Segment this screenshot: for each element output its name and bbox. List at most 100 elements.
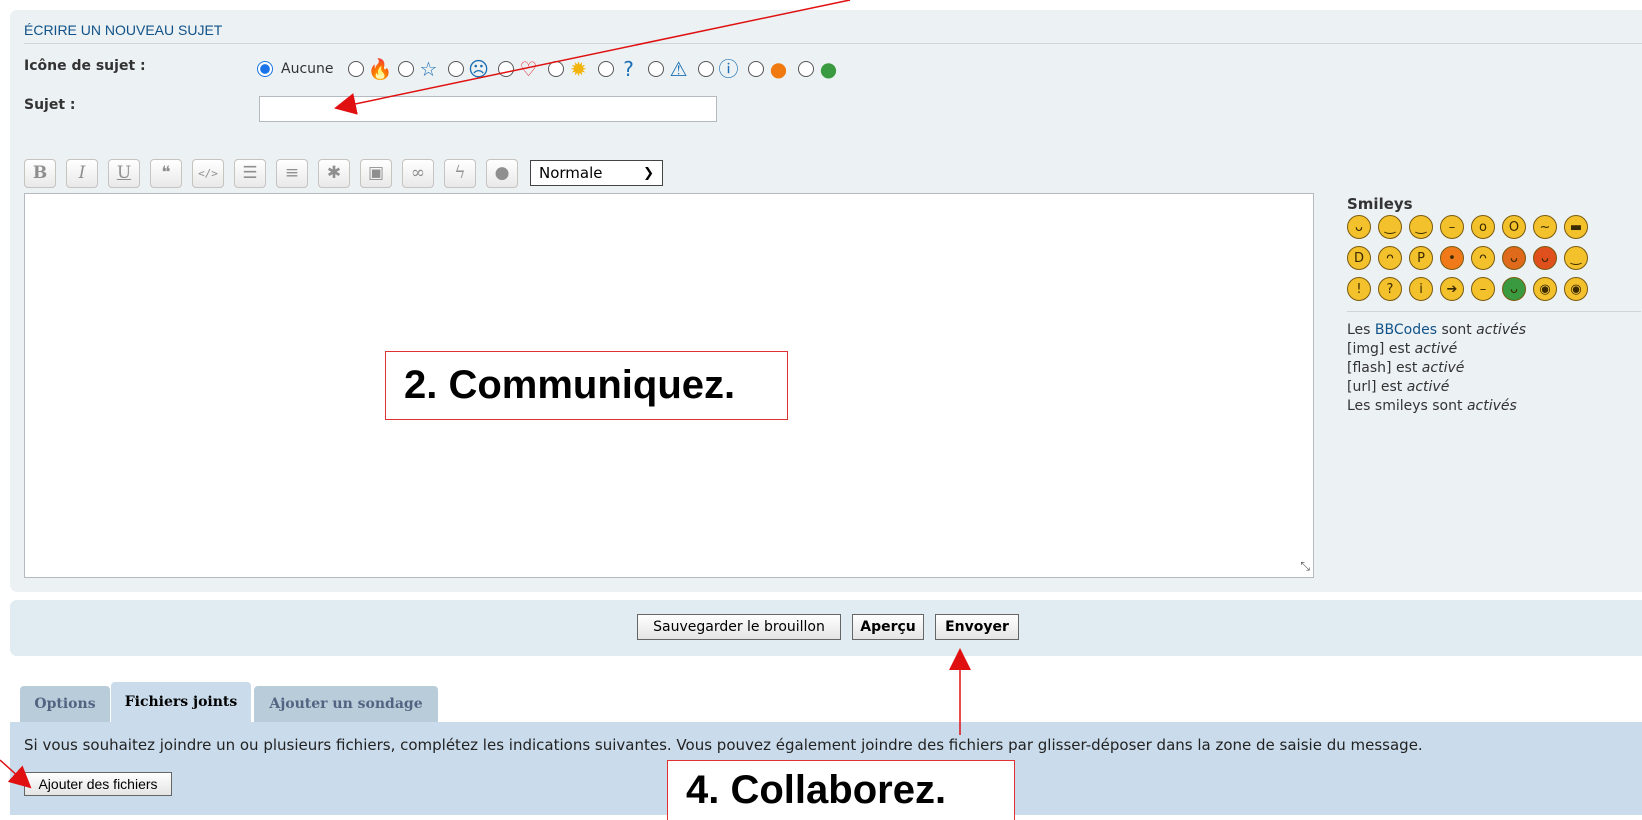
smiley-exclaim-icon[interactable]: ! [1347, 277, 1371, 301]
smiley-neutral-icon[interactable]: – [1440, 215, 1464, 239]
smiley-question-icon[interactable]: ? [1378, 277, 1402, 301]
topic-icon-selector: Aucune 🔥 ☆ ☹ ♡ ✹? ⚠ ⓘ ● ● [257, 57, 848, 81]
smiley-twisted-icon[interactable]: ᴗ [1533, 246, 1557, 270]
smiley-wink-icon[interactable]: ‿ [1409, 215, 1433, 239]
status-text: [url] est [1347, 379, 1407, 395]
topic-icon-radio[interactable] [647, 61, 664, 77]
subject-label: Sujet : [24, 97, 76, 113]
smiley-geek-icon[interactable]: ◉ [1533, 277, 1557, 301]
tab-attachments[interactable]: Fichiers joints [111, 682, 251, 722]
topic-icon-radio[interactable] [547, 61, 564, 77]
resize-handle-icon[interactable]: ⤡ [1300, 559, 1310, 574]
smiley-grid: ᴗ ‿ ‿ – o O ~ ▬ Dᴖ P • ᴖ ᴗ ᴗ ‿!? i ➔ – ᴗ ◉ ◉ [1347, 215, 1641, 301]
smiley-lol-icon[interactable]: D [1347, 246, 1371, 270]
quote-button[interactable]: ❝ [150, 158, 182, 188]
star-icon: ☆ [419, 57, 438, 81]
color-button[interactable]: ● [486, 158, 518, 188]
list-item-button[interactable]: ✱ [318, 158, 350, 188]
save-draft-button[interactable]: Sauvegarder le brouillon [637, 614, 841, 640]
status-text: Les smileys sont [1347, 398, 1467, 414]
status-text: sont [1437, 322, 1477, 338]
topic-icon-radio[interactable] [397, 61, 414, 77]
topic-icon-option[interactable]: ● [747, 57, 790, 81]
topic-icon-radio[interactable] [447, 61, 464, 77]
smiley-eek-icon[interactable]: O [1502, 215, 1526, 239]
status-text: [img] est [1347, 341, 1415, 357]
font-size-select[interactable]: Normale ❯ [530, 160, 663, 186]
callout-collaborate: 4. Collaborez. [667, 760, 1015, 820]
smiley-sidebar: Smileys ᴗ ‿ ‿ – o O ~ ▬ Dᴖ P • ᴖ ᴗ ᴗ ‿!? i ➔ – ᴗ ◉ ◉ Les BBC… [1347, 195, 1641, 416]
bbcode-status: Les BBCodes sont activés [img] est activ… [1347, 321, 1641, 416]
smiley-evil-icon[interactable]: ᴗ [1502, 246, 1526, 270]
topic-icon-radio[interactable] [347, 61, 364, 77]
smileys-title: Smileys [1347, 195, 1413, 213]
divider [24, 43, 1642, 44]
callout-communicate: 2. Communiquez. [385, 351, 788, 420]
green-face-icon: ● [819, 57, 838, 81]
question-icon: ? [623, 57, 634, 81]
smiley-surprised-icon[interactable]: o [1471, 215, 1495, 239]
smiley-rolleyes-icon[interactable]: ‿ [1564, 246, 1588, 270]
font-size-value: Normale [539, 164, 603, 182]
status-value: activés [1466, 398, 1517, 414]
bbcodes-link[interactable]: BBCodes [1375, 322, 1437, 338]
ordered-list-button[interactable]: ≡ [276, 158, 308, 188]
smiley-cool-icon[interactable]: ▬ [1564, 215, 1588, 239]
underline-button[interactable]: U [108, 158, 140, 188]
tab-options[interactable]: Options [20, 686, 110, 722]
topic-icon-radio[interactable] [697, 61, 714, 77]
attachments-instructions: Si vous souhaitez joindre un ou plusieur… [24, 736, 1423, 754]
status-value: activé [1406, 379, 1450, 395]
link-button[interactable]: ∞ [402, 158, 434, 188]
topic-icon-radio[interactable] [497, 61, 514, 77]
topic-icon-radio[interactable] [797, 61, 814, 77]
smiley-smile-icon[interactable]: ‿ [1378, 215, 1402, 239]
topic-icon-option[interactable]: ♡ [497, 57, 540, 81]
topic-icon-option[interactable]: ? [597, 57, 640, 81]
topic-icon-label: Icône de sujet : [24, 58, 146, 74]
topic-icon-none-radio[interactable] [257, 61, 273, 77]
status-value: activé [1421, 360, 1465, 376]
smiley-razz-icon[interactable]: P [1409, 246, 1433, 270]
orange-face-icon: ● [769, 57, 788, 81]
topic-icon-radio[interactable] [597, 61, 614, 77]
smiley-cry-icon[interactable]: ᴖ [1471, 246, 1495, 270]
chevron-down-icon: ❯ [643, 165, 654, 181]
topic-icon-radio[interactable] [747, 61, 764, 77]
smiley-grin-icon[interactable]: ᴗ [1347, 215, 1371, 239]
smiley-confused-icon[interactable]: ~ [1533, 215, 1557, 239]
status-text: Les [1347, 322, 1375, 338]
preview-button[interactable]: Aperçu [852, 614, 924, 640]
topic-icon-option[interactable]: ✹ [547, 59, 590, 79]
image-button[interactable]: ▣ [360, 158, 392, 188]
code-button[interactable]: </> [192, 158, 224, 188]
status-value: activé [1414, 341, 1458, 357]
tab-poll[interactable]: Ajouter un sondage [254, 686, 438, 722]
flash-button[interactable]: ϟ [444, 158, 476, 188]
list-button[interactable]: ☰ [234, 158, 266, 188]
smiley-redface-icon[interactable]: • [1440, 246, 1464, 270]
smiley-green-icon[interactable]: ᴗ [1502, 277, 1526, 301]
italic-button[interactable]: I [66, 158, 98, 188]
add-files-button[interactable]: Ajouter des fichiers [24, 772, 172, 796]
topic-icon-option[interactable]: 🔥 [347, 57, 393, 81]
sad-face-icon: ☹ [468, 57, 489, 81]
bbcode-toolbar: B I U ❝ </> ☰ ≡ ✱ ▣ ∞ ϟ ● Normale ❯ [24, 157, 663, 189]
heart-icon: ♡ [519, 57, 538, 81]
submit-button[interactable]: Envoyer [935, 614, 1019, 640]
fire-icon: 🔥 [367, 57, 393, 81]
smiley-ugeek-icon[interactable]: ◉ [1564, 277, 1588, 301]
smiley-mad-icon[interactable]: ᴖ [1378, 246, 1402, 270]
topic-icon-option[interactable]: ☹ [447, 57, 490, 81]
smiley-idea-icon[interactable]: i [1409, 277, 1433, 301]
smiley-arrow-icon[interactable]: ➔ [1440, 277, 1464, 301]
topic-icon-none-label: Aucune [281, 61, 334, 77]
smiley-neutral-2-icon[interactable]: – [1471, 277, 1495, 301]
bold-button[interactable]: B [24, 158, 56, 188]
topic-icon-option[interactable]: ⓘ [697, 59, 740, 79]
topic-icon-option[interactable]: ☆ [397, 57, 440, 81]
status-text: [flash] est [1347, 360, 1422, 376]
subject-input[interactable] [259, 96, 717, 122]
topic-icon-option[interactable]: ⚠ [647, 59, 690, 79]
topic-icon-option[interactable]: ● [797, 57, 840, 81]
